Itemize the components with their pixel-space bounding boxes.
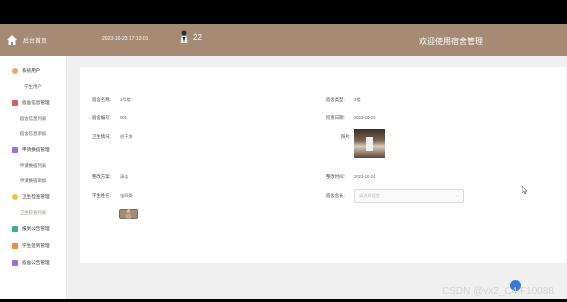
dorm-leader-placeholder: 请选择宿舍 (359, 193, 380, 198)
apply-icon (12, 146, 18, 153)
rectify-plan-label: 整改方案: (92, 174, 111, 179)
sidebar-group-dorm-info[interactable]: 宿舍信息管理 (0, 94, 66, 111)
sidebar-item-change-add[interactable]: 申请换宿添加 (0, 173, 66, 188)
sidebar-group-system-users[interactable]: 系统用户 (0, 62, 66, 79)
sidebar-group-label: 系统用户 (22, 67, 41, 73)
mouse-cursor-icon (522, 186, 528, 194)
sidebar-group-label: 宿舍信息管理 (22, 99, 50, 105)
notice-icon (12, 225, 18, 232)
sidebar-group-dorm-announce[interactable]: 宿舍公告管理 (0, 254, 66, 271)
sidebar-nav: 系统用户 学生用户 宿舍信息管理 宿舍信息列表 宿舍信息添加 申请换宿管理 申请… (0, 56, 66, 271)
dorm-leader-label: 宿舍舍长: (326, 193, 345, 198)
dorm-type-label: 宿舍类型: (326, 97, 345, 102)
sidebar-item-change-list[interactable]: 申请换宿列表 (0, 158, 66, 173)
brand-title: 后台首页 (23, 38, 48, 45)
sidebar-item-dorm-add[interactable]: 宿舍信息添加 (0, 126, 66, 141)
dorm-leader-select[interactable]: 请选择宿舍 ⌵ (354, 189, 464, 203)
student-name-label: 学生姓名: (92, 193, 111, 198)
sidebar-group-report-notice[interactable]: 报到公告管理 (0, 220, 66, 237)
check-date-value: 2023-10-23 (354, 115, 376, 120)
check-icon (12, 193, 18, 200)
sidebar-group-label: 申请换宿管理 (22, 146, 50, 152)
page-title: 欢迎使用宿舍管理 (419, 37, 483, 46)
student-name-value: 张四哥 (120, 193, 133, 198)
detail-form: 宿舍名称: 1号楼 宿舍类型: 3楼 宿舍编号: 001 检查日期: 2023-… (80, 67, 566, 263)
sidebar-group-dorm-change[interactable]: 申请换宿管理 (0, 141, 66, 158)
hygiene-label: 卫生情况: (92, 134, 111, 139)
sidebar-item-student-users[interactable]: 学生用户 (0, 79, 66, 94)
rectify-time-value: 2023-10-24 (354, 174, 376, 179)
brand-home[interactable]: 后台首页 (0, 24, 66, 56)
dorm-name-label: 宿舍名称: (92, 97, 111, 102)
photo-label: 照片: (341, 134, 352, 139)
announce-icon (12, 259, 18, 266)
sidebar-group-hygiene[interactable]: 卫生检查管理 (0, 188, 66, 205)
settings-icon (12, 67, 18, 74)
rectify-time-label: 整改时间: (326, 174, 345, 179)
avatar[interactable] (179, 30, 189, 44)
dorm-type-value: 3楼 (354, 97, 361, 102)
grid-icon (12, 99, 18, 106)
dorm-no-label: 宿舍编号: (92, 115, 111, 120)
sidebar-item-dorm-list[interactable]: 宿舍信息列表 (0, 111, 66, 126)
dorm-no-value: 001 (120, 115, 127, 120)
current-time: 2023-10-23 17:13:01 (102, 36, 149, 42)
dorm-photo[interactable] (354, 129, 385, 158)
sidebar-group-label: 报到公告管理 (22, 225, 50, 231)
home-icon (7, 35, 17, 45)
sidebar-item-hygiene-list[interactable]: 卫生检查列表 (0, 205, 66, 220)
dorm-name-value: 1号楼 (120, 97, 131, 102)
hygiene-value: 很干净 (120, 134, 133, 139)
sidebar-group-label: 学生签到管理 (22, 242, 50, 248)
app-window: 后台首页 系统用户 学生用户 宿舍信息管理 宿舍信息列表 宿舍信息添加 申请换宿… (0, 24, 567, 299)
rectify-plan-value: 清洁 (120, 174, 129, 179)
sidebar: 后台首页 系统用户 学生用户 宿舍信息管理 宿舍信息列表 宿舍信息添加 申请换宿… (0, 24, 67, 299)
photo-door-detail (366, 137, 373, 151)
back-button[interactable]: 返回 (119, 208, 138, 219)
username[interactable]: 22 (193, 33, 202, 42)
watermark-text: CSDN @vx2_C4 F10088 (442, 286, 554, 297)
sidebar-group-signin[interactable]: 学生签到管理 (0, 237, 66, 254)
check-date-label: 检查日期: (326, 115, 345, 120)
top-bar: 2023-10-23 17:13:01 22 欢迎使用宿舍管理 (66, 24, 567, 56)
chevron-down-icon: ⌵ (455, 193, 459, 198)
sidebar-group-label: 卫生检查管理 (22, 193, 50, 199)
sidebar-group-label: 宿舍公告管理 (22, 259, 50, 265)
signin-icon (12, 242, 18, 249)
